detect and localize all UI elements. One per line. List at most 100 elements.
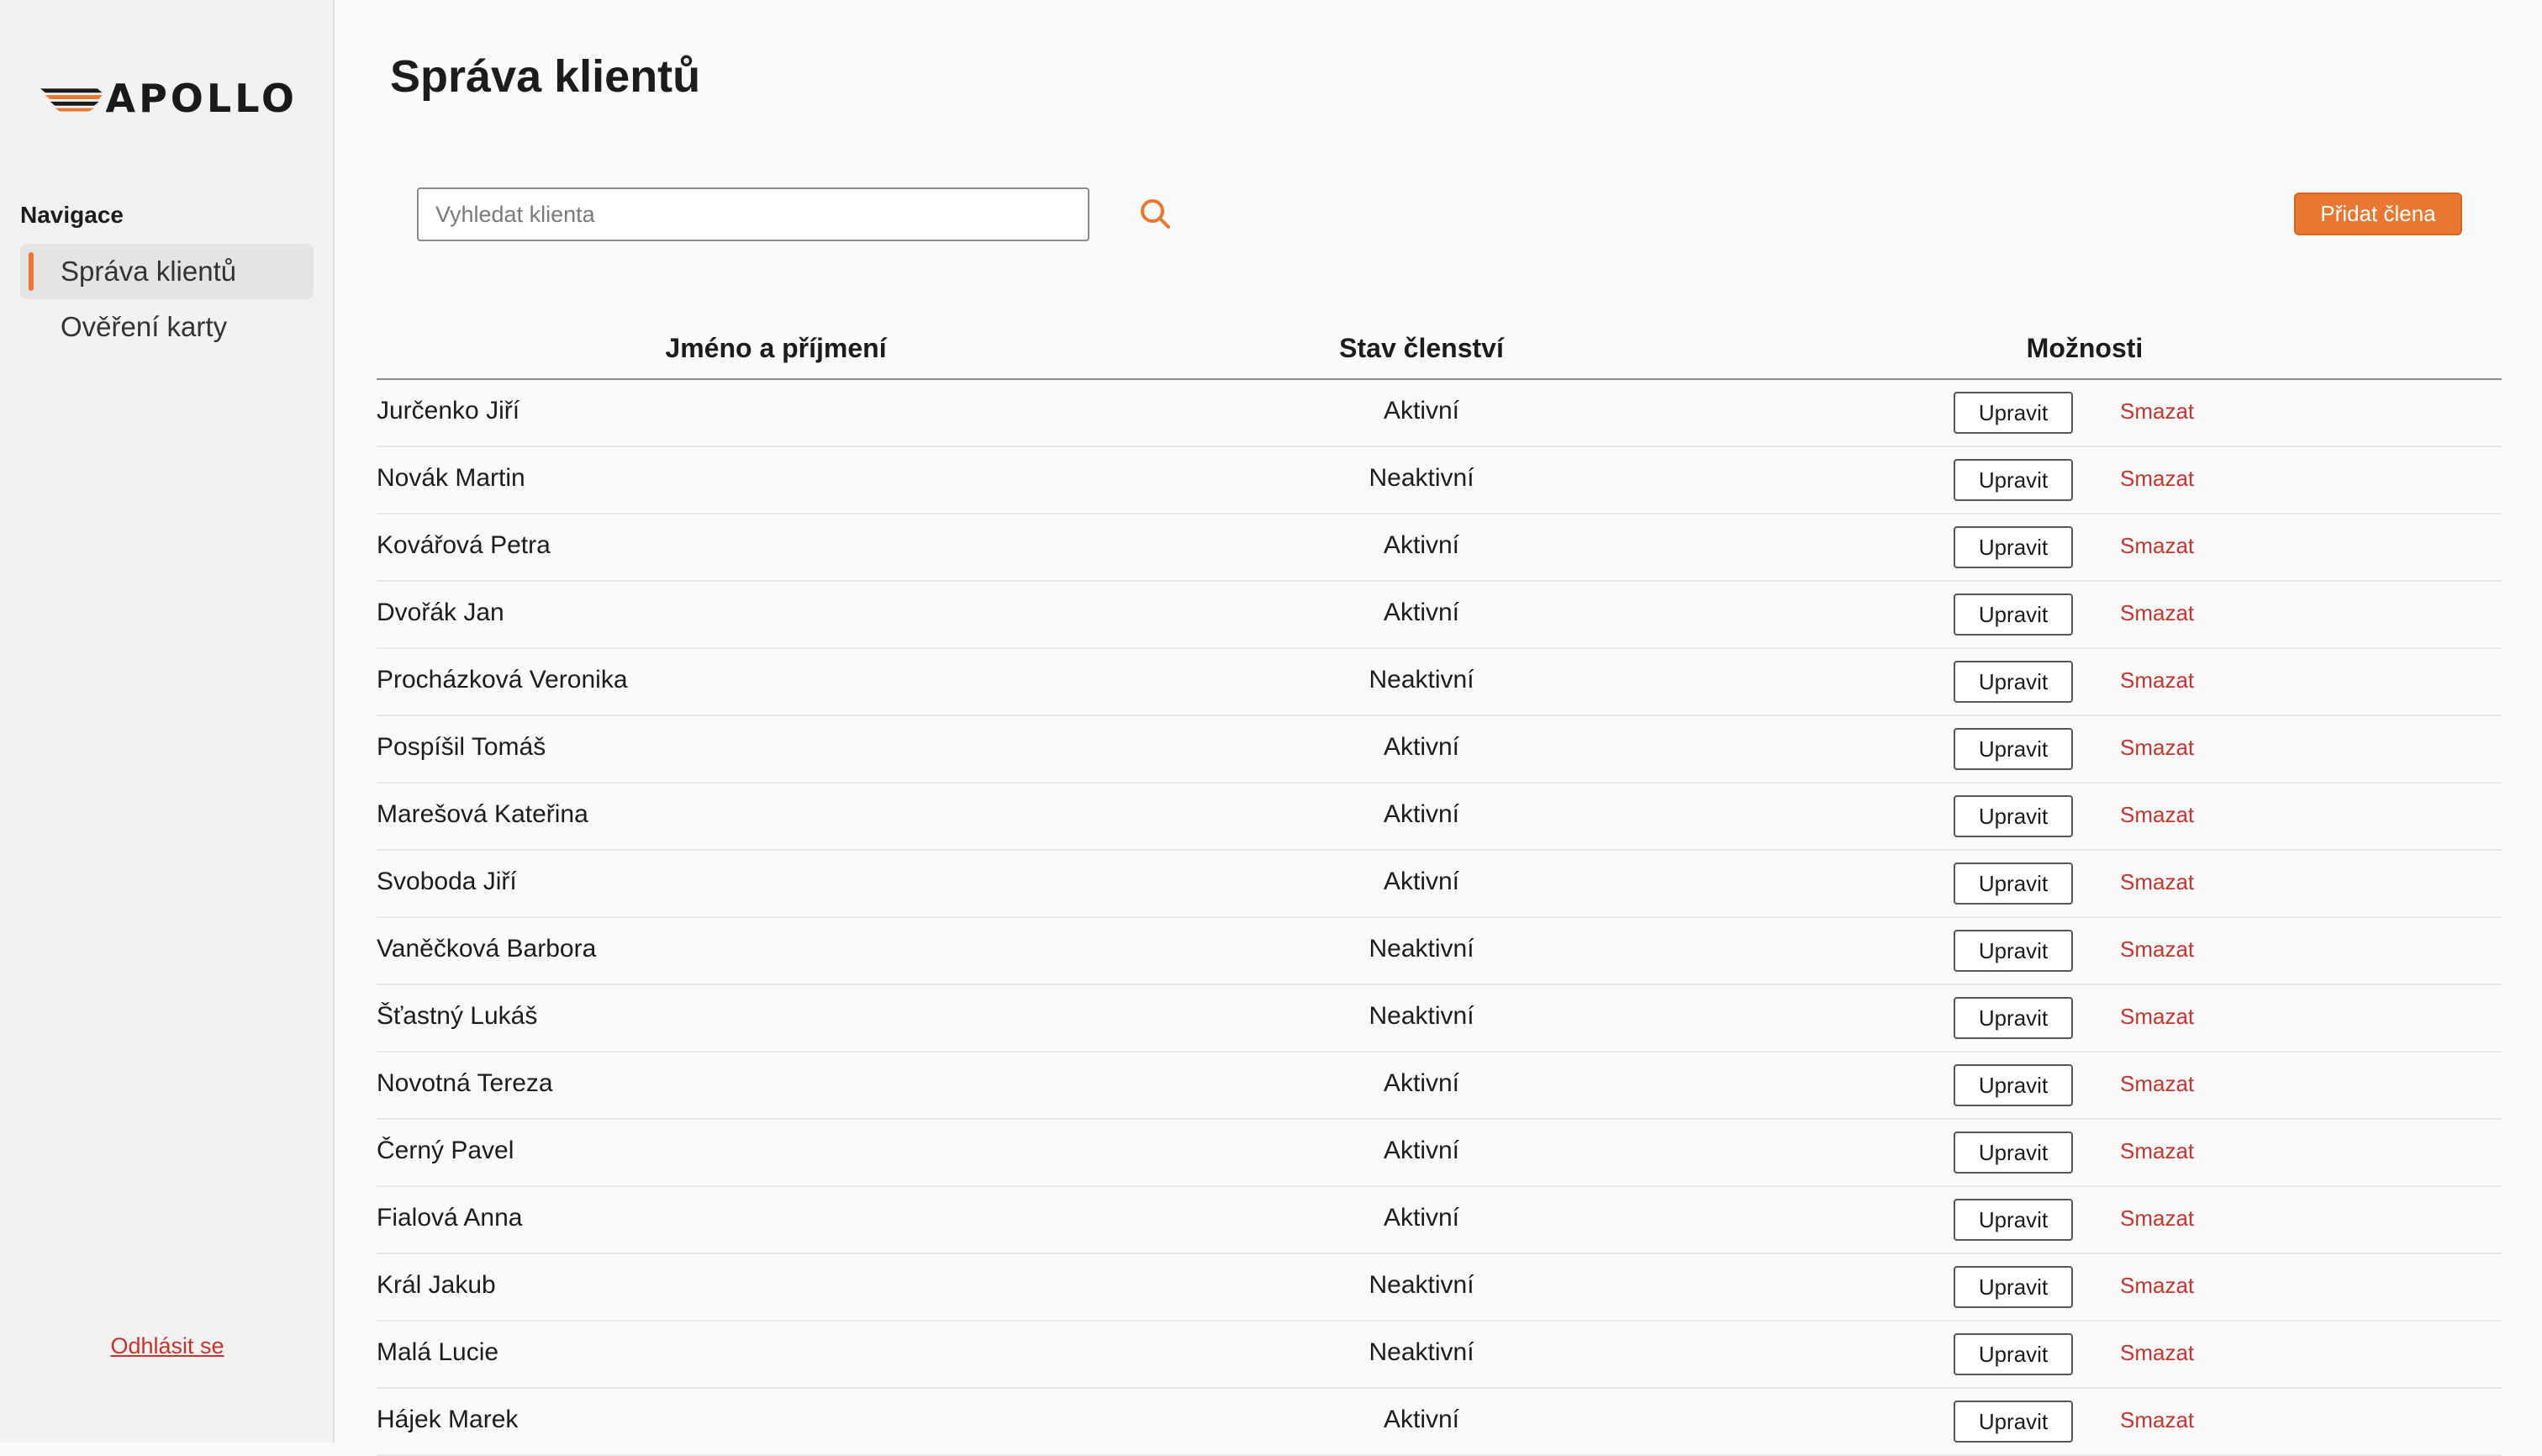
table-header: Jméno a příjmení Stav členství Možnosti [377, 323, 2502, 380]
membership-status: Aktivní [1383, 1204, 1460, 1232]
table-row: Pospíšil Tomáš Aktivní Upravit Smazat [377, 716, 2502, 783]
client-name: Hájek Marek [377, 1406, 519, 1433]
table-row: Jurčenko Jiří Aktivní Upravit Smazat [377, 380, 2502, 447]
membership-status: Aktivní [1383, 397, 1460, 425]
edit-button[interactable]: Upravit [1954, 392, 2073, 434]
edit-button[interactable]: Upravit [1954, 459, 2073, 501]
delete-link[interactable]: Smazat [2120, 802, 2194, 828]
edit-button[interactable]: Upravit [1954, 728, 2073, 770]
search-icon[interactable] [1137, 195, 1175, 234]
client-name: Marešová Kateřina [377, 800, 588, 828]
edit-button[interactable]: Upravit [1954, 1132, 2073, 1174]
client-name: Svoboda Jiří [377, 868, 517, 895]
table-row: Šťastný Lukáš Neaktivní Upravit Smazat [377, 985, 2502, 1052]
membership-status: Neaktivní [1369, 1271, 1474, 1299]
delete-link[interactable]: Smazat [2120, 1138, 2194, 1164]
client-name: Novák Martin [377, 464, 525, 492]
delete-link[interactable]: Smazat [2120, 1004, 2194, 1030]
table-row: Procházková Veronika Neaktivní Upravit Smaz… [377, 649, 2502, 716]
delete-link[interactable]: Smazat [2120, 936, 2194, 963]
delete-link[interactable]: Smazat [2120, 735, 2194, 761]
membership-status: Aktivní [1383, 531, 1460, 559]
delete-link[interactable]: Smazat [2120, 667, 2194, 694]
sidebar: APOLLO Navigace Správa klientů Ověření k… [0, 0, 335, 1443]
edit-button[interactable]: Upravit [1954, 997, 2073, 1039]
sidebar-item-label: Ověření karty [61, 311, 228, 342]
client-name: Fialová Anna [377, 1204, 523, 1232]
table-row: Novák Martin Neaktivní Upravit Smazat [377, 447, 2502, 514]
membership-status: Aktivní [1383, 733, 1460, 761]
client-name: Dvořák Jan [377, 599, 504, 626]
delete-link[interactable]: Smazat [2120, 1273, 2194, 1299]
edit-button[interactable]: Upravit [1954, 795, 2073, 837]
edit-button[interactable]: Upravit [1954, 1064, 2073, 1106]
client-name: Malá Lucie [377, 1338, 499, 1366]
delete-link[interactable]: Smazat [2120, 533, 2194, 559]
membership-status: Neaktivní [1369, 935, 1474, 963]
edit-button[interactable]: Upravit [1954, 661, 2073, 703]
client-name: Šťastný Lukáš [377, 1002, 538, 1030]
table-row: Svoboda Jiří Aktivní Upravit Smazat [377, 851, 2502, 918]
page-title: Správa klientů [390, 51, 701, 102]
logout-link[interactable]: Odhlásit se [0, 1333, 335, 1359]
table-row: Fialová Anna Aktivní Upravit Smazat [377, 1187, 2502, 1254]
table-row: Černý Pavel Aktivní Upravit Smazat [377, 1120, 2502, 1187]
membership-status: Neaktivní [1369, 1338, 1474, 1366]
delete-link[interactable]: Smazat [2120, 1407, 2194, 1433]
client-name: Kovářová Petra [377, 531, 551, 559]
apollo-logo[interactable]: APOLLO [40, 77, 298, 119]
table-row: Vaněčková Barbora Neaktivní Upravit Smazat [377, 918, 2502, 985]
edit-button[interactable]: Upravit [1954, 930, 2073, 972]
client-name: Král Jakub [377, 1271, 496, 1299]
delete-link[interactable]: Smazat [2120, 1340, 2194, 1366]
membership-status: Aktivní [1383, 800, 1460, 828]
main-content: Správa klientů Přidat člena Jméno a příj… [335, 0, 2542, 1456]
column-header-name: Jméno a příjmení [665, 333, 887, 363]
table-row: Marešová Kateřina Aktivní Upravit Smazat [377, 783, 2502, 851]
membership-status: Aktivní [1383, 1069, 1460, 1097]
nav-title: Navigace [20, 202, 124, 228]
column-header-status: Stav členství [1339, 333, 1504, 363]
membership-status: Neaktivní [1369, 1002, 1474, 1030]
membership-status: Aktivní [1383, 868, 1460, 895]
delete-link[interactable]: Smazat [2120, 1205, 2194, 1232]
delete-link[interactable]: Smazat [2120, 869, 2194, 895]
client-name: Jurčenko Jiří [377, 397, 520, 425]
edit-button[interactable]: Upravit [1954, 1266, 2073, 1308]
edit-button[interactable]: Upravit [1954, 863, 2073, 905]
membership-status: Aktivní [1383, 599, 1460, 626]
table-row: Král Jakub Neaktivní Upravit Smazat [377, 1254, 2502, 1321]
membership-status: Aktivní [1383, 1137, 1460, 1164]
delete-link[interactable]: Smazat [2120, 600, 2194, 626]
membership-status: Aktivní [1383, 1406, 1460, 1433]
client-name: Vaněčková Barbora [377, 935, 597, 963]
table-row: Novotná Tereza Aktivní Upravit Smazat [377, 1052, 2502, 1120]
delete-link[interactable]: Smazat [2120, 398, 2194, 425]
table-row: Malá Lucie Neaktivní Upravit Smazat [377, 1321, 2502, 1389]
edit-button[interactable]: Upravit [1954, 1401, 2073, 1443]
clients-table: Jméno a příjmení Stav členství Možnosti … [377, 323, 2502, 1456]
sidebar-item-client-management[interactable]: Správa klientů [20, 244, 314, 299]
membership-status: Neaktivní [1369, 464, 1474, 492]
edit-button[interactable]: Upravit [1954, 1333, 2073, 1375]
table-row: Kovářová Petra Aktivní Upravit Smazat [377, 514, 2502, 582]
client-name: Černý Pavel [377, 1137, 514, 1164]
delete-link[interactable]: Smazat [2120, 1071, 2194, 1097]
search-input[interactable] [417, 187, 1089, 241]
table-row: Dvořák Jan Aktivní Upravit Smazat [377, 582, 2502, 649]
wings-logo-icon [40, 88, 103, 112]
edit-button[interactable]: Upravit [1954, 526, 2073, 568]
edit-button[interactable]: Upravit [1954, 593, 2073, 636]
table-body: Jurčenko Jiří Aktivní Upravit Smazat Novák M… [377, 380, 2502, 1456]
column-header-options: Možnosti [2026, 333, 2144, 363]
table-row: Hájek Marek Aktivní Upravit Smazat [377, 1389, 2502, 1456]
client-name: Novotná Tereza [377, 1069, 553, 1097]
client-name: Pospíšil Tomáš [377, 733, 546, 761]
sidebar-item-card-verification[interactable]: Ověření karty [20, 299, 314, 355]
logo-text: APOLLO [105, 76, 298, 121]
membership-status: Neaktivní [1369, 666, 1474, 694]
add-member-button[interactable]: Přidat člena [2294, 193, 2462, 235]
sidebar-item-label: Správa klientů [61, 256, 237, 287]
edit-button[interactable]: Upravit [1954, 1199, 2073, 1241]
delete-link[interactable]: Smazat [2120, 466, 2194, 492]
